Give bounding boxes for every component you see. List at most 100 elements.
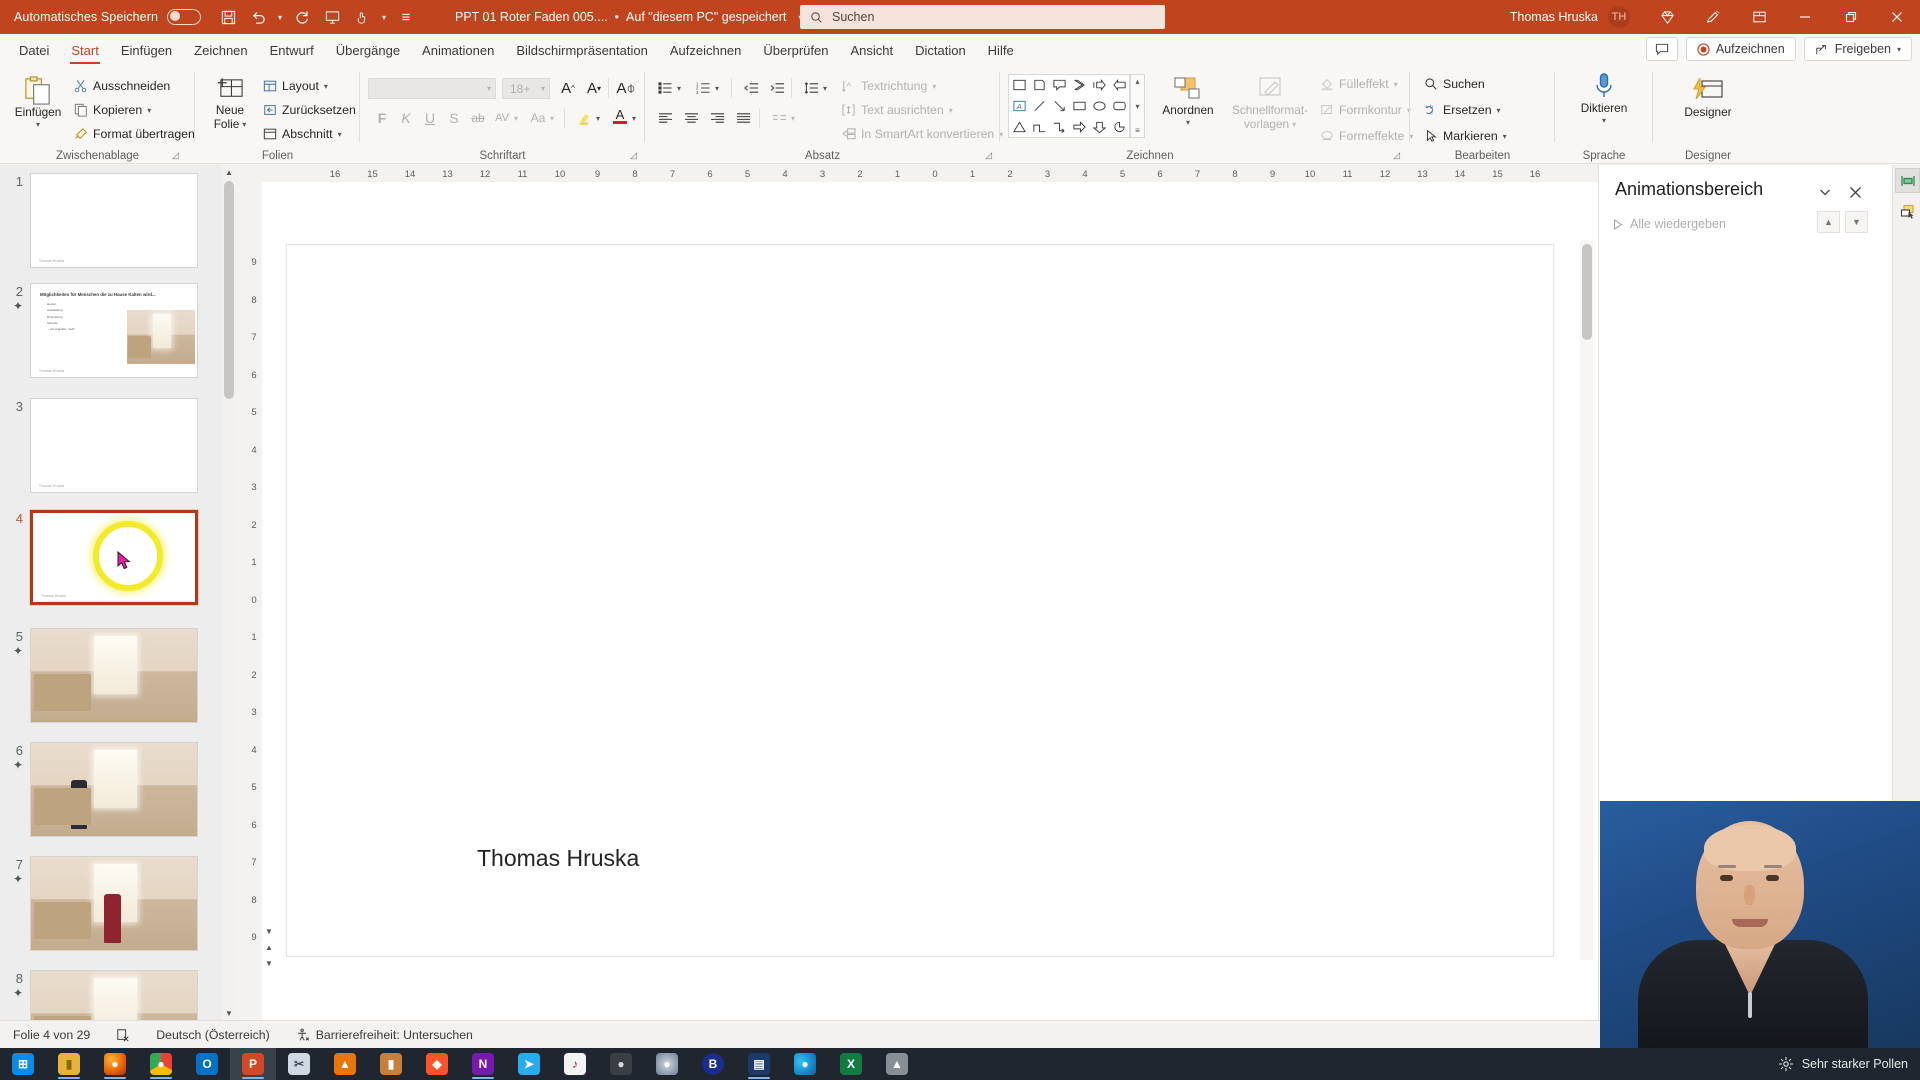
shape-outline-button[interactable]: Formkontur ▾ [1320, 100, 1411, 120]
font-size-input[interactable]: 18+ ▾ [502, 78, 550, 99]
highlight-icon[interactable] [572, 106, 596, 130]
cut-button[interactable]: Ausschneiden [74, 76, 170, 96]
shape-textbox[interactable]: A [1009, 96, 1029, 117]
touch-mode-caret[interactable]: ▾ [377, 13, 391, 22]
undo-dropdown-caret[interactable]: ▾ [273, 13, 287, 22]
taskbar-item-recorder[interactable]: ▤ [736, 1048, 782, 1080]
thumbnail-6[interactable]: 6 ✦ [0, 742, 228, 837]
convert-smartart-button[interactable]: In SmartArt konvertieren ▾ [841, 124, 1003, 144]
shape-connector-elbow[interactable] [1029, 116, 1049, 137]
select-caret[interactable]: ▾ [1503, 132, 1507, 141]
dictate-button[interactable]: Diktieren ▾ [1571, 70, 1637, 125]
taskbar-item-chrome[interactable]: ● [138, 1048, 184, 1080]
taskbar-item-telegram[interactable]: ➤ [506, 1048, 552, 1080]
text-direction-caret[interactable]: ▾ [932, 82, 936, 91]
shape-connector-arrow[interactable] [1049, 116, 1069, 137]
justify-button[interactable] [731, 106, 755, 130]
change-case-caret[interactable]: ▾ [550, 114, 554, 123]
tab-ueberpruefen[interactable]: Überprüfen [752, 40, 839, 64]
taskbar-item-onenote[interactable]: N [460, 1048, 506, 1080]
character-spacing-button[interactable]: AV [490, 106, 514, 130]
tab-zeichnen[interactable]: Zeichnen [183, 40, 258, 64]
weather-pollen-widget[interactable]: Sehr starker Pollen [1778, 1056, 1908, 1072]
paste-button[interactable]: Einfügen ▾ [6, 74, 70, 129]
arrange-button[interactable]: Anordnen ▾ [1155, 72, 1221, 127]
decrease-indent-button[interactable] [739, 76, 763, 100]
ribbon-display-options-icon[interactable] [1736, 0, 1782, 34]
align-text-caret[interactable]: ▾ [949, 106, 953, 115]
line-spacing-button[interactable] [799, 76, 823, 100]
dictate-caret[interactable]: ▾ [1602, 116, 1606, 125]
tab-start[interactable]: Start [60, 40, 109, 64]
columns-caret[interactable]: ▾ [791, 114, 795, 123]
shrink-font-button[interactable]: A ▾ [582, 76, 606, 100]
canvas-scroll-down[interactable]: ▼ [262, 924, 276, 938]
reset-button[interactable]: Zurücksetzen [263, 100, 356, 120]
taskbar-item-brave[interactable]: ◆ [414, 1048, 460, 1080]
thumbnail-image[interactable]: Thomas Hruska [30, 173, 198, 268]
quick-styles-button[interactable]: Schnellformat- vorlagen ▾ [1222, 72, 1318, 131]
shape-document[interactable] [1029, 75, 1049, 96]
numbering-button[interactable]: 1 2 3 [691, 76, 715, 100]
font-color-button[interactable]: A [608, 104, 632, 128]
thumbnail-4[interactable]: 4 Thomas Hruska [0, 510, 228, 605]
underline-button[interactable]: U [418, 106, 442, 130]
minimize-button[interactable] [1782, 0, 1828, 34]
restore-button[interactable] [1828, 0, 1874, 34]
shape-pie[interactable] [1109, 116, 1129, 137]
play-all-button[interactable]: Alle wiedergeben [1613, 213, 1726, 235]
tab-bildschirmpraesentation[interactable]: Bildschirmpräsentation [505, 40, 659, 64]
shape-rect2[interactable] [1069, 96, 1089, 117]
layout-caret[interactable]: ▾ [324, 82, 328, 91]
selection-pane-tab[interactable] [1895, 199, 1920, 224]
arrange-caret[interactable]: ▾ [1186, 118, 1190, 127]
taskbar-item-vlc[interactable]: ▲ [322, 1048, 368, 1080]
language-status[interactable]: Deutsch (Österreich) [143, 1021, 282, 1049]
font-size-caret[interactable]: ▾ [541, 84, 549, 93]
tab-uebergaenge[interactable]: Übergänge [325, 40, 411, 64]
text-direction-button[interactable]: A Textrichtung ▾ [841, 76, 936, 96]
taskbar-item-file-explorer[interactable]: ▮ [46, 1048, 92, 1080]
layout-button[interactable]: Layout ▾ [263, 76, 328, 96]
tab-animationen[interactable]: Animationen [411, 40, 505, 64]
align-left-button[interactable] [653, 106, 677, 130]
slide-thumbnail-pane[interactable]: 1 Thomas Hruska 2 ✦ Möglichkeiten für Men… [0, 165, 228, 1020]
slide-counter[interactable]: Folie 4 von 29 [0, 1021, 103, 1049]
font-name-input[interactable]: ▾ [368, 78, 496, 99]
section-button[interactable]: Abschnitt ▾ [263, 124, 342, 144]
canvas-scroll-thumb[interactable] [1582, 244, 1592, 340]
spellcheck-status[interactable] [103, 1021, 143, 1049]
taskbar-item-outlook[interactable]: O [184, 1048, 230, 1080]
taskbar-item-powerpoint[interactable]: P [230, 1048, 276, 1080]
taskbar-item-start[interactable]: ⊞ [0, 1048, 46, 1080]
designer-button[interactable]: Designer [1669, 74, 1747, 120]
document-title-area[interactable]: PPT 01 Roter Faden 005.... • Auf "diesem… [455, 0, 807, 34]
share-button[interactable]: Freigeben ▾ [1803, 37, 1912, 61]
tab-einfuegen[interactable]: Einfügen [110, 40, 183, 64]
thumbnail-scroll-down[interactable]: ▼ [222, 1006, 236, 1020]
clipboard-dialog-launcher[interactable]: ◿ [172, 150, 179, 161]
tab-aufzeichnen[interactable]: Aufzeichnen [659, 40, 753, 64]
align-text-button[interactable]: Text ausrichten ▾ [841, 100, 953, 120]
font-color-caret[interactable]: ▾ [632, 114, 636, 123]
chevron-down-icon[interactable] [1814, 181, 1836, 203]
thumbnail-scroll-up[interactable]: ▲ [222, 165, 236, 179]
shape-arrow-left[interactable] [1109, 75, 1129, 96]
new-slide-caret[interactable]: ▾ [242, 120, 246, 129]
shape-fill-button[interactable]: Fülleffekt ▾ [1320, 74, 1398, 94]
shape-effects-button[interactable]: Formeffekte ▾ [1320, 126, 1413, 146]
tab-entwurf[interactable]: Entwurf [259, 40, 325, 64]
thumbnail-image[interactable] [30, 742, 198, 837]
current-slide[interactable]: Thomas Hruska [286, 244, 1554, 957]
autosave-toggle[interactable] [167, 9, 202, 25]
customize-qat-icon[interactable]: ≡ [391, 4, 421, 30]
touch-mode-icon[interactable] [347, 4, 377, 30]
taskbar-item-snipping-tool[interactable]: ✂ [276, 1048, 322, 1080]
shapes-scroll-up[interactable]: ▴ [1135, 77, 1139, 86]
shape-arrow-down[interactable] [1089, 116, 1109, 137]
shape-callout[interactable] [1049, 75, 1069, 96]
thumbnail-scroll-thumb[interactable] [224, 181, 234, 399]
increase-indent-button[interactable] [765, 76, 789, 100]
shape-fill-caret[interactable]: ▾ [1394, 80, 1398, 89]
avatar[interactable]: TH [1608, 6, 1630, 28]
